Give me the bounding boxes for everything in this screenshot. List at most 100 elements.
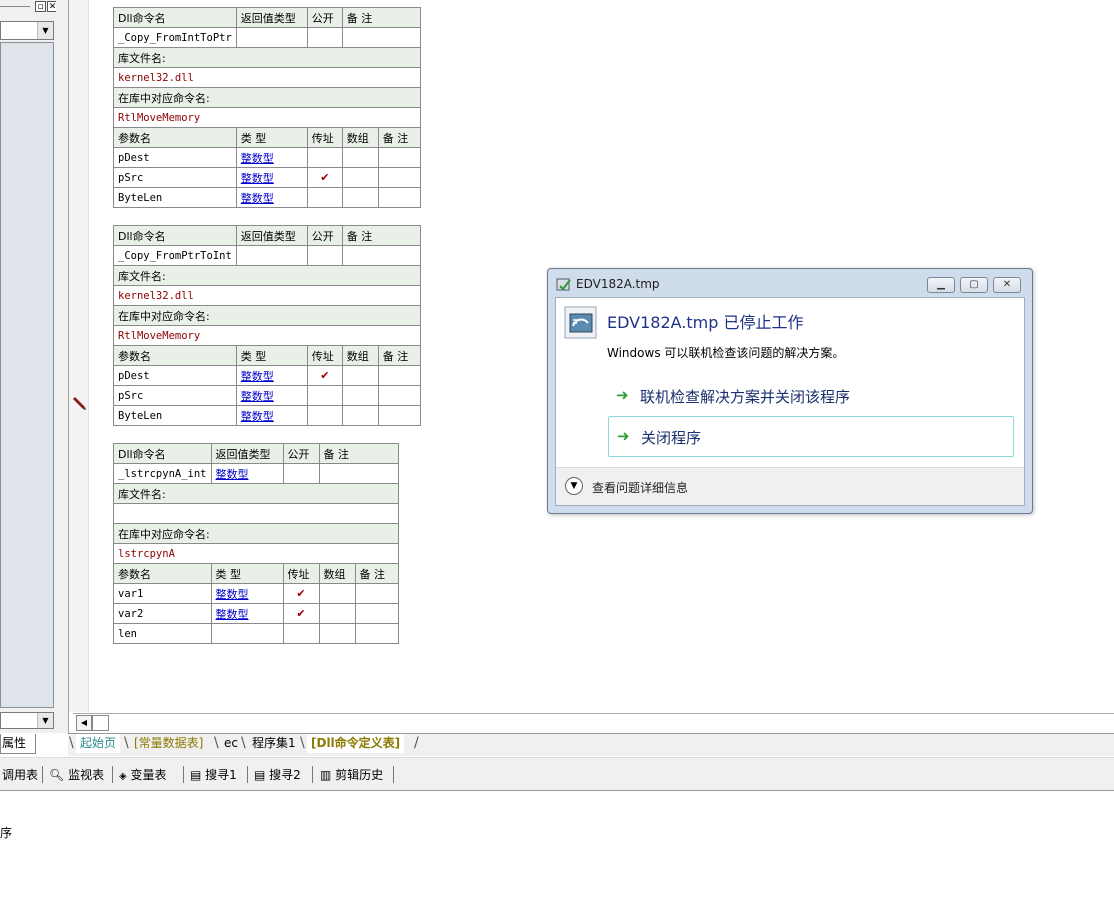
left-panel-bottom-dropdown[interactable]: ▼ bbox=[0, 712, 54, 729]
tab-ec[interactable]: ec bbox=[220, 734, 242, 753]
entry-value[interactable]: RtlMoveMemory bbox=[113, 325, 421, 346]
param-name[interactable]: var1 bbox=[113, 583, 212, 604]
param-name[interactable]: pDest bbox=[113, 147, 237, 168]
byref-cell[interactable] bbox=[306, 187, 343, 208]
lib-value[interactable]: kernel32.dll bbox=[113, 285, 421, 306]
param-name[interactable]: pSrc bbox=[113, 167, 237, 188]
byref-cell[interactable] bbox=[306, 405, 343, 426]
param-name[interactable]: pSrc bbox=[113, 385, 237, 406]
chevron-down-icon[interactable]: ▼ bbox=[565, 477, 583, 495]
minimize-button[interactable]: ▁ bbox=[927, 277, 955, 293]
dll-name-cell[interactable]: _lstrcpynA_int bbox=[113, 463, 212, 484]
array-cell[interactable] bbox=[318, 623, 356, 644]
entry-value[interactable]: RtlMoveMemory bbox=[113, 107, 421, 128]
return-type-cell[interactable]: 整数型 bbox=[210, 463, 284, 484]
param-type[interactable] bbox=[210, 623, 284, 644]
tab-start-page[interactable]: 起始页 bbox=[76, 734, 121, 753]
horizontal-scrollbar[interactable] bbox=[73, 713, 1114, 732]
dll-name-cell[interactable]: _Copy_FromIntToPtr bbox=[113, 27, 237, 48]
panel-restore-button[interactable]: ▫ bbox=[35, 1, 46, 12]
public-cell[interactable] bbox=[306, 245, 343, 266]
param-type-link[interactable]: 整数型 bbox=[241, 390, 274, 403]
param-type-link[interactable]: 整数型 bbox=[216, 608, 249, 621]
param-type-link[interactable]: 整数型 bbox=[241, 370, 274, 383]
param-note-cell[interactable] bbox=[354, 623, 399, 644]
view-details-link[interactable]: 查看问题详细信息 bbox=[592, 479, 688, 496]
param-note-cell[interactable] bbox=[377, 405, 421, 426]
clip-history-button[interactable]: ▥ 剪辑历史 bbox=[320, 766, 383, 784]
param-type[interactable]: 整数型 bbox=[235, 405, 308, 426]
param-note-cell[interactable] bbox=[377, 187, 421, 208]
tab-dll-command-table[interactable]: [Dll命令定义表] bbox=[307, 734, 405, 753]
param-type[interactable]: 整数型 bbox=[235, 187, 308, 208]
param-type[interactable]: 整数型 bbox=[210, 583, 284, 604]
param-type[interactable]: 整数型 bbox=[235, 385, 308, 406]
param-type[interactable]: 整数型 bbox=[235, 147, 308, 168]
watch-table-button[interactable]: 🔍︎ 监视表 bbox=[49, 766, 104, 784]
byref-cell[interactable]: ✔ bbox=[282, 603, 320, 624]
scroll-thumb[interactable] bbox=[92, 715, 109, 731]
tab-properties[interactable]: 属性 bbox=[0, 734, 36, 754]
public-cell[interactable] bbox=[306, 27, 343, 48]
array-cell[interactable] bbox=[341, 365, 379, 386]
note-cell[interactable] bbox=[318, 463, 399, 484]
search-1-button[interactable]: ▤ 搜寻1 bbox=[190, 766, 237, 784]
byref-cell[interactable]: ✔ bbox=[306, 365, 343, 386]
check-online-option[interactable]: ➜ 联机检查解决方案并关闭该程序 bbox=[608, 377, 1014, 415]
param-note-cell[interactable] bbox=[377, 385, 421, 406]
byref-cell[interactable] bbox=[306, 385, 343, 406]
scroll-left-button[interactable]: ◀ bbox=[76, 715, 92, 731]
array-cell[interactable] bbox=[341, 405, 379, 426]
param-type[interactable]: 整数型 bbox=[235, 167, 308, 188]
param-type[interactable]: 整数型 bbox=[210, 603, 284, 624]
array-cell[interactable] bbox=[318, 583, 356, 604]
tab-constants-table[interactable]: [常量数据表] bbox=[130, 734, 207, 753]
array-cell[interactable] bbox=[341, 187, 379, 208]
close-program-option[interactable]: ➜ 关闭程序 bbox=[608, 416, 1014, 457]
array-cell[interactable] bbox=[341, 167, 379, 188]
param-type-link[interactable]: 整数型 bbox=[241, 410, 274, 423]
search-2-button[interactable]: ▤ 搜寻2 bbox=[254, 766, 301, 784]
lib-value[interactable] bbox=[113, 503, 399, 524]
param-note-cell[interactable] bbox=[377, 365, 421, 386]
param-note-cell[interactable] bbox=[377, 167, 421, 188]
output-panel[interactable] bbox=[0, 792, 1114, 915]
param-name[interactable]: len bbox=[113, 623, 212, 644]
param-name[interactable]: pDest bbox=[113, 365, 237, 386]
note-cell[interactable] bbox=[341, 245, 421, 266]
variables-table-button[interactable]: ◈ 变量表 bbox=[119, 766, 167, 784]
array-cell[interactable] bbox=[318, 603, 356, 624]
param-type-link[interactable]: 整数型 bbox=[241, 152, 274, 165]
return-type-link[interactable]: 整数型 bbox=[216, 468, 249, 481]
panel-splitter[interactable] bbox=[56, 0, 68, 733]
param-name[interactable]: ByteLen bbox=[113, 187, 237, 208]
array-cell[interactable] bbox=[341, 385, 379, 406]
param-note-cell[interactable] bbox=[354, 603, 399, 624]
param-note-cell[interactable] bbox=[377, 147, 421, 168]
param-type-link[interactable]: 整数型 bbox=[241, 192, 274, 205]
left-panel-dropdown[interactable]: ▼ bbox=[0, 21, 54, 40]
param-type[interactable]: 整数型 bbox=[235, 365, 308, 386]
entry-value[interactable]: lstrcpynA bbox=[113, 543, 399, 564]
maximize-button[interactable]: ▢ bbox=[960, 277, 988, 293]
call-table-button[interactable]: 调用表 bbox=[2, 766, 38, 784]
byref-cell[interactable]: ✔ bbox=[306, 167, 343, 188]
param-type-link[interactable]: 整数型 bbox=[241, 172, 274, 185]
byref-cell[interactable] bbox=[306, 147, 343, 168]
byref-cell[interactable] bbox=[282, 623, 320, 644]
array-cell[interactable] bbox=[341, 147, 379, 168]
note-cell[interactable] bbox=[341, 27, 421, 48]
public-cell[interactable] bbox=[282, 463, 320, 484]
lib-value[interactable]: kernel32.dll bbox=[113, 67, 421, 88]
left-panel-list[interactable] bbox=[0, 42, 54, 708]
tab-assembly-1[interactable]: 程序集1 bbox=[248, 734, 300, 753]
param-type-link[interactable]: 整数型 bbox=[216, 588, 249, 601]
param-name[interactable]: var2 bbox=[113, 603, 212, 624]
return-type-cell[interactable] bbox=[235, 27, 308, 48]
param-note-cell[interactable] bbox=[354, 583, 399, 604]
byref-cell[interactable]: ✔ bbox=[282, 583, 320, 604]
return-type-cell[interactable] bbox=[235, 245, 308, 266]
param-name[interactable]: ByteLen bbox=[113, 405, 237, 426]
dll-name-cell[interactable]: _Copy_FromPtrToInt bbox=[113, 245, 237, 266]
close-button[interactable]: ✕ bbox=[993, 277, 1021, 293]
